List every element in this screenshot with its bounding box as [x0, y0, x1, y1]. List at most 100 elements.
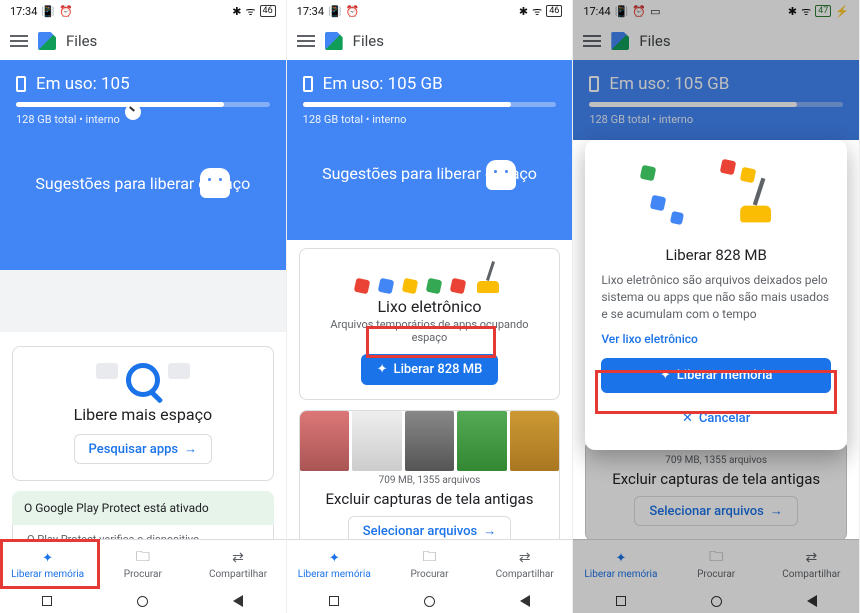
status-time: 17:34 — [10, 5, 37, 18]
suggestions-title: Sugestões para liberar espaço — [16, 174, 270, 193]
share-icon: ⇄ — [802, 549, 820, 567]
nav-clean[interactable]: ✦ Liberar memória — [573, 540, 668, 589]
content-lower: Libere mais espaço Pesquisar apps → O Go… — [0, 332, 286, 555]
thumb[interactable] — [405, 411, 455, 471]
folder-icon: 🗀 — [420, 549, 438, 567]
search-card-title: Libere mais espaço — [25, 405, 261, 424]
recent-apps-button[interactable] — [42, 596, 52, 606]
storage-bar — [303, 102, 557, 107]
files-logo-icon — [38, 32, 56, 50]
search-apps-button[interactable]: Pesquisar apps → — [74, 434, 213, 464]
app-bar: Files — [573, 22, 859, 60]
share-icon: ⇄ — [516, 549, 534, 567]
bottom-nav: ✦ Liberar memória 🗀 Procurar ⇄ Compartil… — [0, 539, 286, 589]
storage-sub: 128 GB total • interno — [303, 113, 557, 126]
sparkle-icon: ✦ — [660, 368, 671, 383]
storage-sub: 128 GB total • interno — [589, 113, 843, 126]
arrow-icon: → — [483, 523, 496, 539]
bluetooth-icon: ✱ — [232, 5, 241, 18]
nav-share[interactable]: ⇄ Compartilhar — [764, 540, 859, 589]
select-files-button[interactable]: Selecionar arquivos → — [634, 496, 797, 526]
nav-browse-label: Procurar — [124, 569, 162, 580]
select-files-label: Selecionar arquivos — [649, 504, 763, 519]
bottom-nav: ✦ Liberar memória 🗀 Procurar ⇄ Compartil… — [573, 539, 859, 589]
storage-hero: Em uso: 105 128 GB total • interno Suges… — [0, 60, 286, 270]
search-apps-label: Pesquisar apps — [89, 442, 179, 457]
dialog-description: Lixo eletrônico são arquivos deixados pe… — [601, 272, 831, 322]
signal-icon: ᯤ — [245, 4, 255, 19]
storage-usage-text: Em uso: 105 GB — [323, 74, 443, 94]
status-time: 17:34 — [297, 5, 324, 18]
nav-clean[interactable]: ✦ Liberar memória — [0, 540, 95, 589]
menu-icon[interactable] — [583, 35, 601, 47]
nav-clean[interactable]: ✦ Liberar memória — [287, 540, 382, 589]
files-logo-icon — [325, 32, 343, 50]
alarm-icon: ⏰ — [632, 5, 646, 18]
sparkle-icon: ✦ — [377, 362, 388, 377]
view-junk-link[interactable]: Ver lixo eletrônico — [601, 332, 831, 346]
home-button[interactable] — [711, 596, 722, 607]
free-space-label: Liberar 828 MB — [394, 362, 483, 377]
back-button[interactable] — [233, 595, 243, 607]
android-nav — [0, 589, 286, 613]
home-button[interactable] — [424, 596, 435, 607]
folder-icon: 🗀 — [134, 549, 152, 567]
confirm-dialog: Liberar 828 MB Lixo eletrônico são arqui… — [585, 140, 847, 450]
screenshots-caption: 709 MB, 1355 arquivos — [300, 475, 560, 486]
free-space-button[interactable]: ✦ Liberar 828 MB — [361, 354, 499, 385]
back-button[interactable] — [520, 595, 530, 607]
status-bar: 17:34 📳 ⏰ ✱ ᯤ 46 — [0, 0, 286, 22]
nav-browse[interactable]: 🗀 Procurar — [382, 540, 477, 589]
dialog-title: Liberar 828 MB — [601, 246, 831, 264]
status-bar: 17:44 📳 ⏰ ▭ ✱ ᯤ 47 ⚡ — [573, 0, 859, 22]
magnifier-icon — [126, 363, 160, 397]
phone-icon — [589, 76, 599, 92]
cursor-knob — [125, 104, 141, 120]
screenshots-caption: 709 MB, 1355 arquivos — [598, 455, 834, 466]
play-protect-banner: O Google Play Protect está ativado — [12, 491, 274, 525]
thumb[interactable] — [300, 411, 350, 471]
vibrate-icon: 📳 — [41, 5, 55, 18]
arrow-icon: → — [770, 503, 783, 519]
nav-browse[interactable]: 🗀 Procurar — [95, 540, 190, 589]
nav-share-label: Compartilhar — [496, 569, 554, 580]
bottom-nav: ✦ Liberar memória 🗀 Procurar ⇄ Compartil… — [287, 539, 573, 589]
thumb[interactable] — [457, 411, 507, 471]
sparkle-icon: ✦ — [612, 549, 630, 567]
back-button[interactable] — [807, 595, 817, 607]
vibrate-icon: 📳 — [615, 5, 629, 18]
android-nav — [573, 589, 859, 613]
thumb[interactable] — [352, 411, 402, 471]
home-button[interactable] — [137, 596, 148, 607]
storage-bar — [16, 102, 270, 107]
nav-browse[interactable]: 🗀 Procurar — [669, 540, 764, 589]
screenshots-title: Excluir capturas de tela antigas — [300, 490, 560, 508]
x-icon: ✕ — [682, 411, 693, 426]
select-files-label: Selecionar arquivos — [363, 524, 477, 539]
nav-share-label: Compartilhar — [209, 569, 267, 580]
storage-usage-text: Em uso: 105 — [36, 74, 130, 94]
recent-apps-button[interactable] — [329, 596, 339, 606]
junk-illustration — [312, 261, 548, 293]
recent-apps-button[interactable] — [616, 596, 626, 606]
bluetooth-icon: ✱ — [519, 5, 528, 18]
junk-card-title: Lixo eletrônico — [312, 297, 548, 316]
app-title: Files — [66, 32, 97, 50]
battery-icon: 46 — [260, 5, 276, 17]
thumb[interactable] — [510, 411, 560, 471]
nav-share[interactable]: ⇄ Compartilhar — [190, 540, 285, 589]
screen-1: 17:34 📳 ⏰ ✱ ᯤ 46 Files Em uso: 105 128 G… — [0, 0, 287, 613]
storage-hero: Em uso: 105 GB 128 GB total • interno Su… — [287, 60, 573, 240]
sparkle-icon: ✦ — [325, 549, 343, 567]
screenshots-title: Excluir capturas de tela antigas — [598, 470, 834, 488]
menu-icon[interactable] — [297, 35, 315, 47]
broom-icon — [737, 178, 776, 223]
battery-icon: 46 — [546, 5, 562, 17]
confirm-free-button[interactable]: ✦ Liberar memória — [601, 358, 831, 393]
menu-icon[interactable] — [10, 35, 28, 47]
phone-icon — [303, 76, 313, 92]
cancel-button[interactable]: ✕ Cancelar — [601, 401, 831, 436]
phone-icon — [16, 76, 26, 92]
nav-share[interactable]: ⇄ Compartilhar — [477, 540, 572, 589]
app-title: Files — [639, 32, 670, 50]
